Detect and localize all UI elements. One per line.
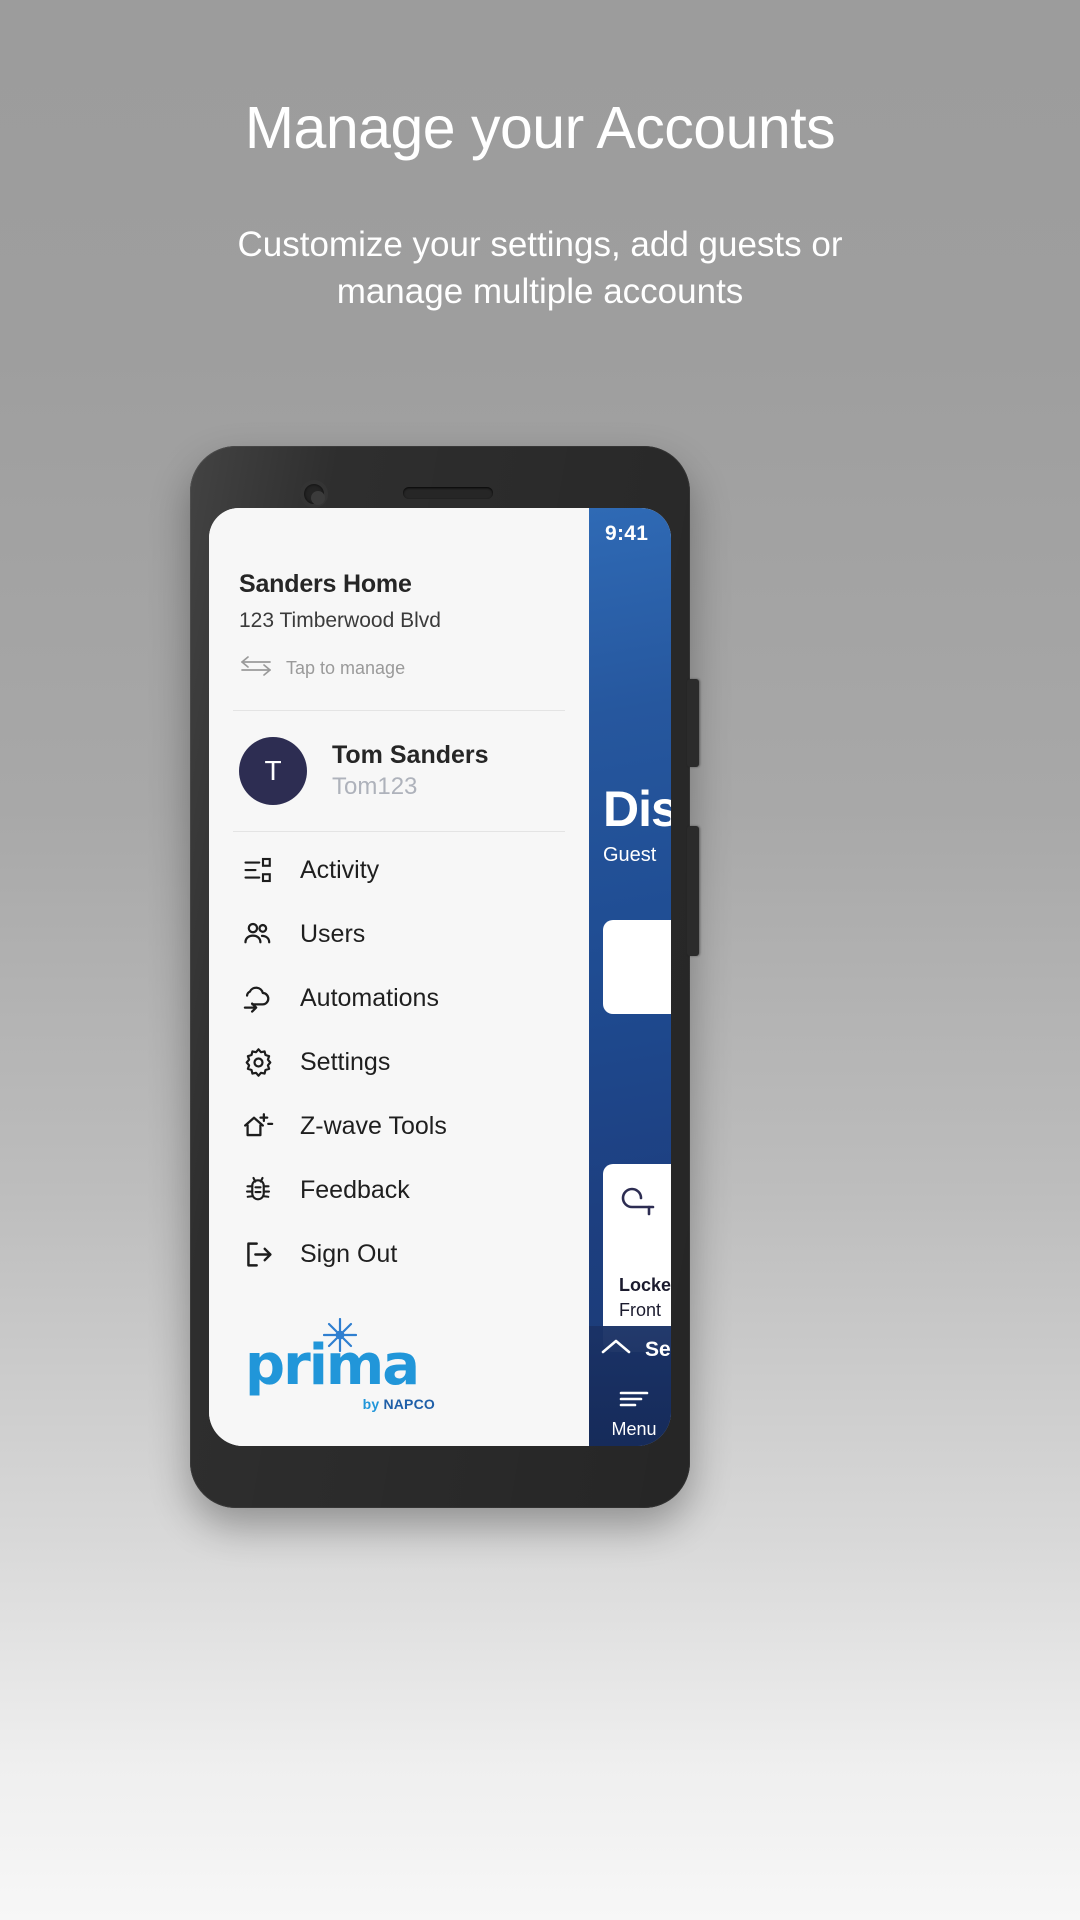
avatar-initial: T <box>264 755 282 786</box>
phone-mockup: Sanders Home 123 Timberwood Blvd Tap to … <box>190 446 699 1508</box>
menu-item-activity[interactable]: Activity <box>209 838 589 902</box>
activity-list-icon <box>239 851 277 889</box>
power-button[interactable] <box>687 826 699 956</box>
user-profile-row[interactable]: T Tom Sanders Tom123 <box>209 711 589 831</box>
tap-to-manage-row[interactable]: Tap to manage <box>239 655 589 682</box>
swap-arrows-icon <box>239 655 273 682</box>
menu-item-label: Automations <box>300 983 439 1012</box>
drawer-menu: Activity Users Automations Settings Z-wa… <box>209 838 589 1286</box>
system-status-subtitle: Guest <box>603 844 657 866</box>
menu-button[interactable]: Menu <box>597 1388 671 1440</box>
home-address: 123 Timberwood Blvd <box>239 609 441 632</box>
menu-item-label: Users <box>300 919 366 948</box>
sign-out-icon <box>239 1235 277 1273</box>
menu-item-automations[interactable]: Automations <box>209 966 589 1030</box>
users-icon <box>239 915 277 953</box>
user-handle: Tom123 <box>332 773 418 800</box>
chevron-up-icon <box>599 1336 633 1363</box>
dashboard-panel[interactable]: 9:41 Dis Guest Locke Front Se Menu <box>589 508 671 1446</box>
dashboard-card-lock[interactable]: Locke Front <box>603 1164 671 1352</box>
dashboard-bottom-bar: Se Menu <box>589 1326 671 1446</box>
lock-card-label: Locke <box>619 1275 671 1295</box>
front-camera-icon <box>300 480 328 508</box>
dashboard-card-primary[interactable] <box>603 920 671 1014</box>
home-name: Sanders Home <box>239 570 412 598</box>
prima-logo-brand: NAPCO <box>383 1396 435 1412</box>
avatar: T <box>239 737 307 805</box>
system-status-title: Dis <box>603 781 671 837</box>
status-bar-time: 9:41 <box>605 522 649 545</box>
page-title: Manage your Accounts <box>244 95 836 161</box>
menu-item-label: Settings <box>300 1047 391 1076</box>
menu-item-zwave-tools[interactable]: Z-wave Tools <box>209 1094 589 1158</box>
bottom-sheet-label: Se <box>645 1337 671 1361</box>
drawer-divider-bottom <box>233 831 565 832</box>
user-name: Tom Sanders <box>332 741 489 769</box>
home-plus-minus-icon <box>239 1107 277 1145</box>
menu-item-label: Z-wave Tools <box>300 1111 447 1140</box>
page-subtitle: Customize your settings, add guests or m… <box>237 224 843 312</box>
navigation-drawer: Sanders Home 123 Timberwood Blvd Tap to … <box>209 508 589 1446</box>
volume-button[interactable] <box>687 679 699 767</box>
prima-logo-byline: by NAPCO <box>245 1396 435 1412</box>
prima-logo: prima by NAPCO <box>209 1317 589 1446</box>
tap-to-manage-label: Tap to manage <box>286 658 406 678</box>
bug-icon <box>239 1171 277 1209</box>
menu-item-label: Feedback <box>300 1175 410 1204</box>
lock-icon <box>619 1187 655 1234</box>
menu-item-sign-out[interactable]: Sign Out <box>209 1222 589 1286</box>
lock-card-sublabel: Front <box>619 1300 662 1320</box>
menu-button-label: Menu <box>611 1419 657 1439</box>
bottom-sheet-handle[interactable]: Se <box>599 1336 671 1363</box>
automation-cloud-icon <box>239 979 277 1017</box>
phone-screen: Sanders Home 123 Timberwood Blvd Tap to … <box>209 508 671 1446</box>
menu-item-users[interactable]: Users <box>209 902 589 966</box>
menu-item-settings[interactable]: Settings <box>209 1030 589 1094</box>
promo-section: Manage your Accounts Customize your sett… <box>0 0 1080 316</box>
menu-item-feedback[interactable]: Feedback <box>209 1158 589 1222</box>
home-account-header[interactable]: Sanders Home 123 Timberwood Blvd Tap to … <box>209 508 589 682</box>
menu-item-label: Sign Out <box>300 1239 398 1268</box>
hamburger-lines-icon <box>616 1391 652 1414</box>
sparkle-star-icon <box>322 1317 358 1353</box>
earpiece-speaker <box>403 487 493 499</box>
gear-icon <box>239 1043 277 1081</box>
menu-item-label: Activity <box>300 855 380 884</box>
prima-logo-by: by <box>362 1396 384 1412</box>
